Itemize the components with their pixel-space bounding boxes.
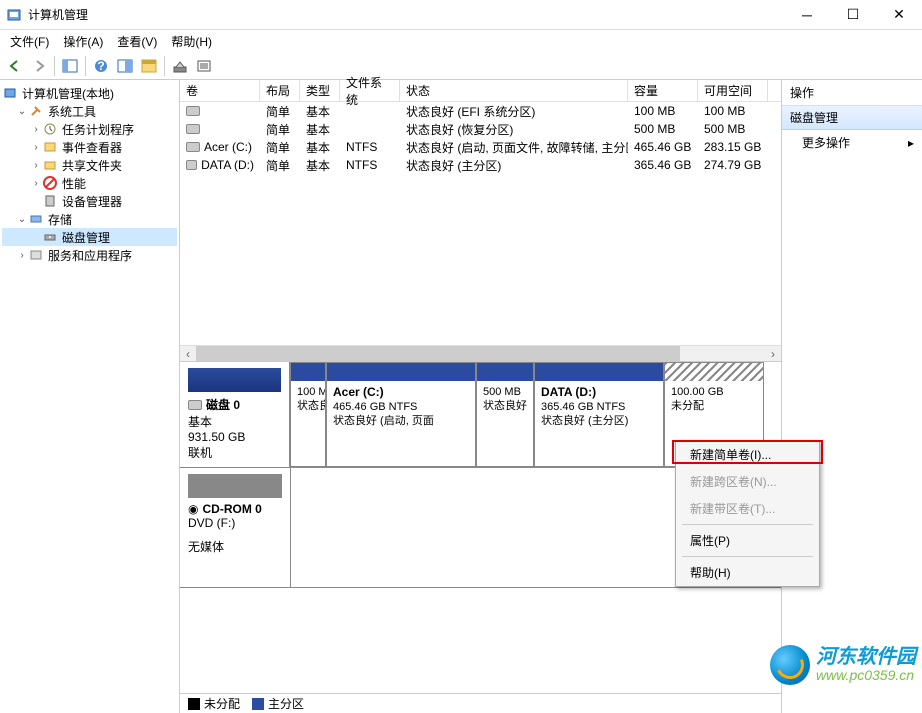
show-hide-button[interactable]: [59, 55, 81, 77]
tree-event-viewer[interactable]: ›事件查看器: [2, 138, 177, 156]
cdrom-icon: ◉: [188, 502, 198, 516]
ctx-properties[interactable]: 属性(P): [676, 527, 819, 554]
disk-icon: [188, 400, 202, 410]
ctx-help[interactable]: 帮助(H): [676, 559, 819, 586]
col-filesystem[interactable]: 文件系统: [340, 80, 400, 101]
storage-icon: [28, 211, 44, 227]
legend: 未分配 主分区: [180, 693, 781, 713]
partition[interactable]: DATA (D:)365.46 GB NTFS状态良好 (主分区): [534, 362, 664, 467]
partition[interactable]: 100 MB状态良好: [290, 362, 326, 467]
tree-root[interactable]: 计算机管理(本地): [2, 84, 177, 102]
volume-row[interactable]: 简单基本状态良好 (EFI 系统分区)100 MB100 MB: [180, 102, 781, 120]
volume-list-header: 卷 布局 类型 文件系统 状态 容量 可用空间: [180, 80, 781, 102]
performance-icon: [42, 175, 58, 191]
actions-section[interactable]: 磁盘管理: [782, 106, 922, 130]
device-icon: [42, 193, 58, 209]
col-layout[interactable]: 布局: [260, 80, 300, 101]
tools-icon: [28, 103, 44, 119]
col-type[interactable]: 类型: [300, 80, 340, 101]
watermark: 河东软件园 www.pc0359.cn: [770, 645, 916, 685]
svg-text:?: ?: [97, 59, 104, 73]
refresh-button[interactable]: [114, 55, 136, 77]
close-button[interactable]: ✕: [876, 0, 922, 29]
menubar: 文件(F) 操作(A) 查看(V) 帮助(H): [0, 30, 922, 52]
window-title: 计算机管理: [28, 6, 784, 23]
watermark-logo: [770, 645, 810, 685]
tree-disk-management[interactable]: 磁盘管理: [2, 228, 177, 246]
settings-button[interactable]: [169, 55, 191, 77]
context-menu: 新建简单卷(I)... 新建跨区卷(N)... 新建带区卷(T)... 属性(P…: [675, 440, 820, 587]
tree-storage[interactable]: ⌄存储: [2, 210, 177, 228]
volume-list[interactable]: 卷 布局 类型 文件系统 状态 容量 可用空间 简单基本状态良好 (EFI 系统…: [180, 80, 781, 362]
actions-more[interactable]: 更多操作▸: [782, 130, 922, 155]
tree-device-manager[interactable]: 设备管理器: [2, 192, 177, 210]
app-icon: [6, 7, 22, 23]
cdrom-info: ◉CD-ROM 0 DVD (F:) 无媒体: [180, 468, 290, 587]
ctx-new-simple-volume[interactable]: 新建简单卷(I)...: [676, 441, 819, 468]
tree-system-tools[interactable]: ⌄系统工具: [2, 102, 177, 120]
toolbar: ?: [0, 52, 922, 80]
navigation-tree[interactable]: 计算机管理(本地) ⌄系统工具 ›任务计划程序 ›事件查看器 ›共享文件夹 ›性…: [0, 80, 180, 713]
maximize-button[interactable]: ☐: [830, 0, 876, 29]
volume-row[interactable]: Acer (C:)简单基本NTFS状态良好 (启动, 页面文件, 故障转储, 主…: [180, 138, 781, 156]
back-button[interactable]: [4, 55, 26, 77]
horizontal-scrollbar[interactable]: ‹ ›: [180, 345, 781, 361]
chevron-right-icon: ▸: [908, 136, 914, 150]
ctx-new-spanned-volume: 新建跨区卷(N)...: [676, 468, 819, 495]
col-free[interactable]: 可用空间: [698, 80, 768, 101]
main-content: 卷 布局 类型 文件系统 状态 容量 可用空间 简单基本状态良好 (EFI 系统…: [180, 80, 782, 713]
volume-row[interactable]: 简单基本状态良好 (恢复分区)500 MB500 MB: [180, 120, 781, 138]
tree-services[interactable]: ›服务和应用程序: [2, 246, 177, 264]
menu-action[interactable]: 操作(A): [57, 31, 109, 52]
computer-icon: [2, 85, 18, 101]
event-icon: [42, 139, 58, 155]
actions-title: 操作: [782, 80, 922, 106]
partition[interactable]: 500 MB状态良好: [476, 362, 534, 467]
menu-help[interactable]: 帮助(H): [165, 31, 218, 52]
tree-shared-folders[interactable]: ›共享文件夹: [2, 156, 177, 174]
menu-view[interactable]: 查看(V): [111, 31, 163, 52]
view-button[interactable]: [138, 55, 160, 77]
tree-performance[interactable]: ›性能: [2, 174, 177, 192]
help-button[interactable]: ?: [90, 55, 112, 77]
ctx-new-striped-volume: 新建带区卷(T)...: [676, 495, 819, 522]
menu-file[interactable]: 文件(F): [4, 31, 55, 52]
minimize-button[interactable]: ─: [784, 0, 830, 29]
col-volume[interactable]: 卷: [180, 80, 260, 101]
clock-icon: [42, 121, 58, 137]
forward-button[interactable]: [28, 55, 50, 77]
partition[interactable]: Acer (C:)465.46 GB NTFS状态良好 (启动, 页面: [326, 362, 476, 467]
list-button[interactable]: [193, 55, 215, 77]
titlebar: 计算机管理 ─ ☐ ✕: [0, 0, 922, 30]
tree-task-scheduler[interactable]: ›任务计划程序: [2, 120, 177, 138]
disk-0-info: 磁盘 0 基本 931.50 GB 联机: [180, 362, 290, 467]
services-icon: [28, 247, 44, 263]
folder-icon: [42, 157, 58, 173]
disk-icon: [42, 229, 58, 245]
col-capacity[interactable]: 容量: [628, 80, 698, 101]
col-status[interactable]: 状态: [400, 80, 628, 101]
actions-pane: 操作 磁盘管理 更多操作▸: [782, 80, 922, 713]
volume-row[interactable]: DATA (D:)简单基本NTFS状态良好 (主分区)365.46 GB274.…: [180, 156, 781, 174]
